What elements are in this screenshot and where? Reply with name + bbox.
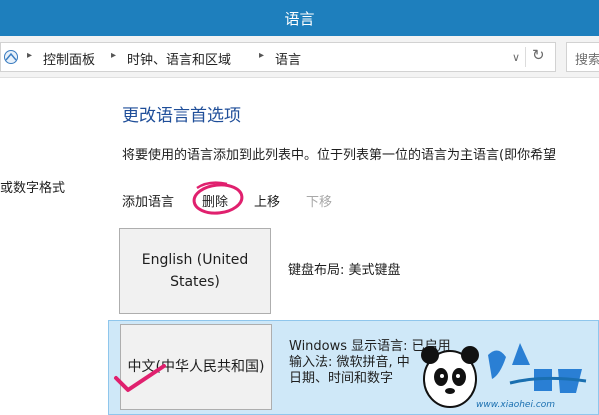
search-placeholder: 搜索 bbox=[575, 53, 599, 68]
checkmark-annotation bbox=[114, 364, 166, 392]
highlight-circle bbox=[192, 181, 244, 215]
address-divider bbox=[525, 47, 526, 67]
title-bar: 语言 bbox=[0, 0, 599, 36]
refresh-icon[interactable]: ↻ bbox=[532, 46, 545, 64]
breadcrumb-separator: ▸ bbox=[259, 50, 265, 61]
address-row: ▸ 控制面板 ▸ 时钟、语言和区域 ▸ 语言 ∨ ↻ 搜索 bbox=[0, 36, 599, 78]
breadcrumb-separator: ▸ bbox=[27, 50, 33, 61]
breadcrumb-separator: ▸ bbox=[111, 50, 117, 61]
page-title: 更改语言首选项 bbox=[122, 106, 241, 126]
search-input[interactable]: 搜索 bbox=[566, 42, 599, 72]
move-up-button[interactable]: 上移 bbox=[254, 191, 280, 210]
page-description: 将要使用的语言添加到此列表中。位于列表第一位的语言为主语言(即你希望 bbox=[122, 148, 557, 163]
language-card-english[interactable]: English (United States) bbox=[119, 228, 271, 314]
window-title: 语言 bbox=[284, 10, 315, 28]
watermark-text: www.xiaohei.com bbox=[476, 400, 556, 410]
breadcrumb-control-panel[interactable]: 控制面板 bbox=[43, 49, 95, 68]
move-down-button[interactable]: 下移 bbox=[306, 191, 332, 210]
add-language-button[interactable]: 添加语言 bbox=[122, 191, 174, 210]
breadcrumb-clock-language-region[interactable]: 时钟、语言和区域 bbox=[127, 49, 231, 68]
language-info-english: 键盘布局: 美式键盘 bbox=[288, 263, 401, 279]
language-row-english[interactable]: English (United States) 键盘布局: 美式键盘 bbox=[108, 223, 599, 321]
chevron-down-icon[interactable]: ∨ bbox=[512, 51, 520, 64]
info-line: 键盘布局: 美式键盘 bbox=[288, 263, 401, 278]
address-bar[interactable]: ▸ 控制面板 ▸ 时钟、语言和区域 ▸ 语言 ∨ ↻ bbox=[0, 42, 556, 72]
breadcrumb-language[interactable]: 语言 bbox=[275, 49, 301, 68]
back-arrow-icon[interactable] bbox=[3, 49, 19, 65]
sidebar-link-number-format[interactable]: 或数字格式 bbox=[0, 177, 65, 196]
